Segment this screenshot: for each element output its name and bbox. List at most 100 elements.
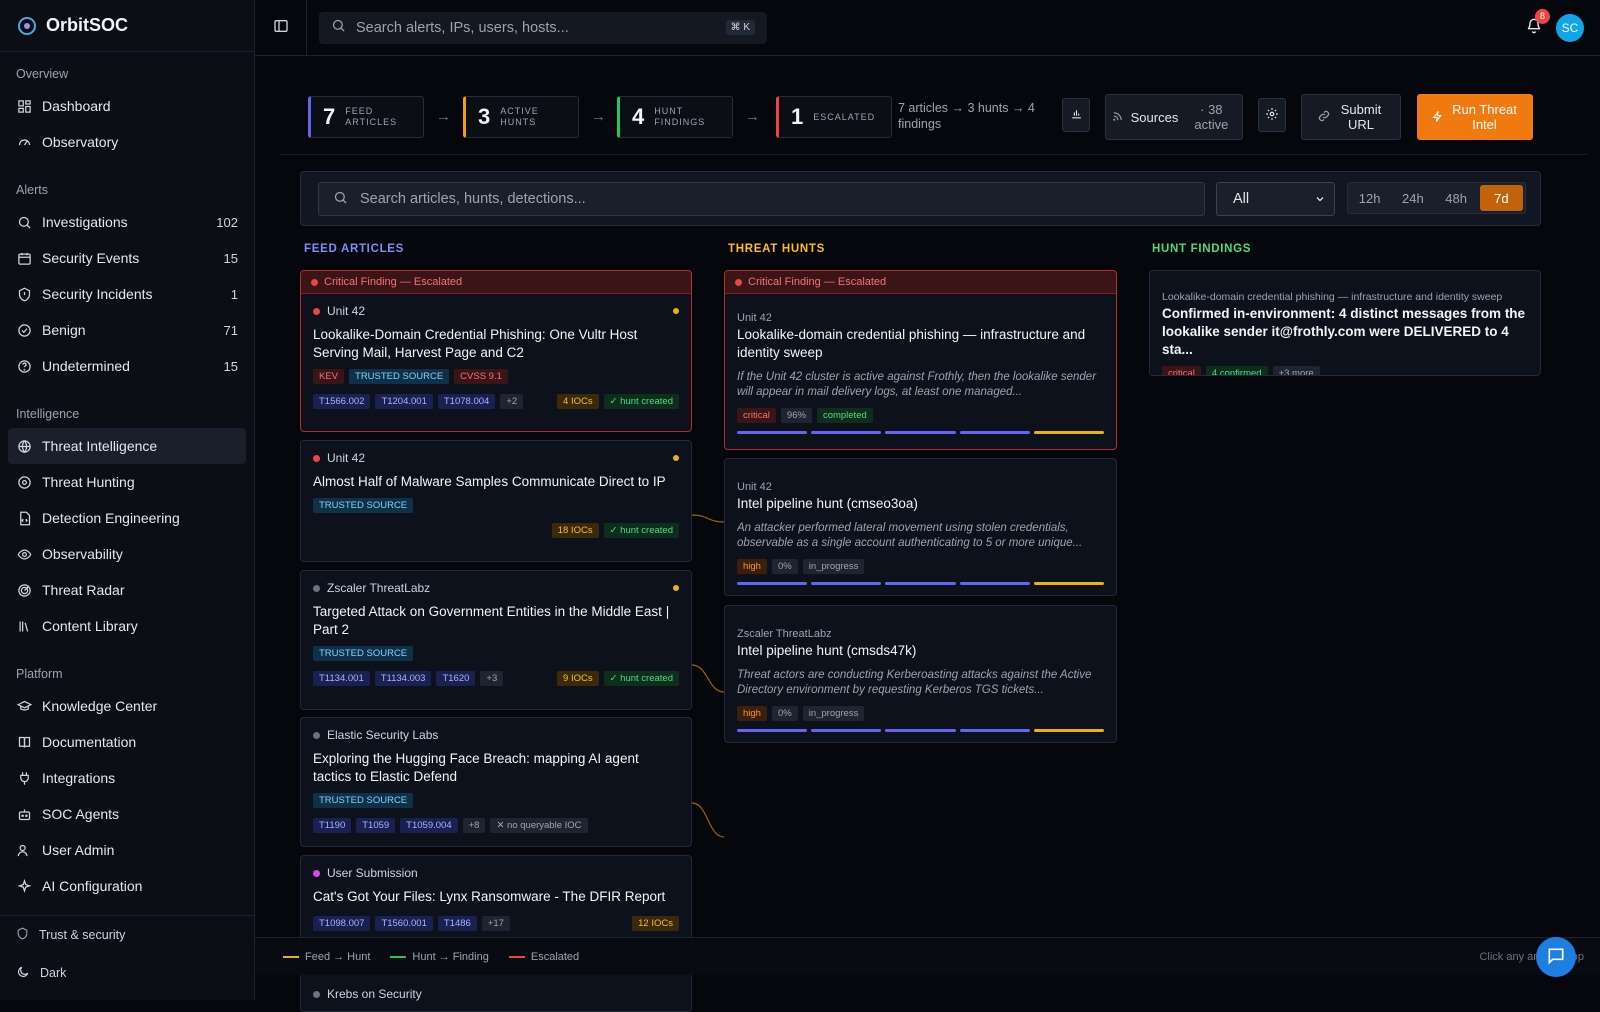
sidebar-item-threat-hunting[interactable]: Threat Hunting (8, 464, 246, 500)
sidebar-item-user-admin[interactable]: User Admin (8, 832, 246, 868)
submit-url-button[interactable]: Submit URL (1301, 94, 1401, 140)
technique-tag[interactable]: T1098.007 (313, 916, 371, 931)
user-avatar[interactable]: SC (1556, 14, 1584, 42)
time-range-48h[interactable]: 48h (1435, 183, 1478, 213)
sidebar-item-security-events[interactable]: Security Events 15 (8, 240, 246, 276)
notifications-button[interactable]: 8 (1526, 9, 1550, 37)
feed-article-card[interactable]: Unit 42 Almost Half of Malware Samples Co… (300, 440, 692, 562)
escalated-label: Critical Finding — Escalated (324, 276, 463, 288)
global-search-input[interactable]: Search alerts, IPs, users, hosts... ⌘ K (319, 11, 767, 44)
arrow-right-icon: → (436, 108, 451, 125)
sidebar-item-threat-radar[interactable]: Threat Radar (8, 572, 246, 608)
sidebar-item-soc-agents[interactable]: SOC Agents (8, 796, 246, 832)
sidebar-item-undetermined[interactable]: Undetermined 15 (8, 348, 246, 384)
more-badge[interactable]: +3 more (1272, 366, 1320, 375)
feed-article-card[interactable]: Zscaler ThreatLabz Targeted Attack on Gov… (300, 570, 692, 710)
technique-tag[interactable]: T1620 (436, 671, 476, 686)
sidebar-item-label: Integrations (42, 770, 116, 786)
category-select[interactable]: All (1216, 182, 1335, 216)
status-badge: in_progress (802, 706, 865, 721)
threat-hunt-card[interactable]: Zscaler ThreatLabz Intel pipeline hunt (c… (724, 605, 1117, 743)
link-icon (1318, 110, 1330, 125)
brand[interactable]: OrbitSOC (0, 0, 254, 52)
sidebar-item-investigations[interactable]: Investigations 102 (8, 204, 246, 240)
sidebar-item-threat-intelligence[interactable]: Threat Intelligence (8, 428, 246, 464)
source-name: User Submission (327, 866, 418, 880)
legend-label: Feed → Hunt (305, 950, 371, 963)
sidebar-item-label: AI Configuration (42, 878, 143, 894)
technique-tag[interactable]: T1566.002 (313, 394, 371, 409)
feed-article-card[interactable]: Elastic Security Labs Exploring the Huggi… (300, 717, 692, 847)
feed-article-card[interactable]: Critical Finding — Escalated Unit 42 Looka… (300, 270, 692, 432)
pipeline-summary: 7 articles → 3 hunts → 4 findings (898, 101, 1035, 131)
legend-label: Hunt → Finding (412, 950, 489, 963)
technique-tag[interactable]: +8 (462, 818, 486, 833)
article-title[interactable]: Lookalike-Domain Credential Phishing: On… (313, 326, 679, 362)
technique-tag[interactable]: +2 (500, 394, 524, 409)
pipeline-stage-hunt-findings[interactable]: 4 HUNT FINDINGS (617, 96, 733, 138)
time-range-24h[interactable]: 24h (1391, 183, 1434, 213)
theme-toggle[interactable]: Dark (0, 954, 254, 992)
help-circle-icon (16, 358, 32, 374)
alert-dot-icon (311, 278, 318, 286)
sidebar-item-observatory[interactable]: Observatory (8, 124, 246, 160)
technique-tag[interactable]: T1560.001 (375, 916, 433, 931)
time-range-7d[interactable]: 7d (1479, 185, 1523, 211)
sidebar-item-content-library[interactable]: Content Library (8, 608, 246, 644)
sidebar-item-count: 1 (230, 286, 238, 302)
time-range-12h[interactable]: 12h (1348, 183, 1391, 213)
pipeline-stage-feed-articles[interactable]: 7 FEED ARTICLES (308, 96, 424, 138)
technique-tag[interactable]: T1134.003 (374, 671, 432, 686)
sources-button[interactable]: Sources · 38 active (1105, 94, 1243, 140)
threat-hunt-card[interactable]: Critical Finding — Escalated Unit 42 Looka… (724, 270, 1117, 450)
technique-tag[interactable]: T1059 (356, 818, 396, 833)
technique-tag[interactable]: T1059.004 (400, 818, 458, 833)
article-title[interactable]: Almost Half of Malware Samples Communica… (313, 473, 679, 491)
sidebar-item-ai-configuration[interactable]: AI Configuration (8, 868, 246, 904)
sidebar-item-security-incidents[interactable]: Security Incidents 1 (8, 276, 246, 312)
settings-button[interactable] (1258, 98, 1286, 132)
article-title[interactable]: Cat's Got Your Files: Lynx Ransomware - … (313, 888, 679, 906)
technique-tag[interactable]: T1078.004 (437, 394, 496, 409)
hunt-title[interactable]: Intel pipeline hunt (cmsds47k) (737, 642, 1104, 660)
technique-tag[interactable]: T1190 (313, 818, 352, 833)
sidebar-item-dashboard[interactable]: Dashboard (8, 88, 246, 124)
chat-button[interactable] (1536, 937, 1576, 977)
sidebar-item-knowledge-center[interactable]: Knowledge Center (8, 688, 246, 724)
sidebar-item-integrations[interactable]: Integrations (8, 760, 246, 796)
plug-icon (16, 770, 32, 786)
sidebar-item-label: Detection Engineering (42, 510, 180, 526)
technique-tag[interactable]: T1486 (437, 916, 477, 931)
sidebar-item-detection-engineering[interactable]: Detection Engineering (8, 500, 246, 536)
technique-tag[interactable]: +17 (481, 916, 510, 931)
hunt-finding-card[interactable]: Lookalike-domain credential phishing — i… (1149, 270, 1541, 376)
sidebar-toggle-button[interactable] (255, 0, 307, 56)
sidebar-item-label: Undetermined (42, 358, 130, 374)
technique-tag[interactable]: T1134.001 (313, 671, 370, 686)
threat-hunt-card[interactable]: Unit 42 Intel pipeline hunt (cmseo3oa) An … (724, 458, 1117, 596)
sidebar-item-documentation[interactable]: Documentation (8, 724, 246, 760)
feed-article-card[interactable]: Krebs on Security (300, 972, 692, 1012)
technique-tag[interactable]: +3 (480, 671, 504, 686)
pipeline-stage-active-hunts[interactable]: 3 ACTIVE HUNTS (463, 96, 579, 138)
bar-chart-icon (1070, 107, 1083, 123)
content-search-input[interactable]: Search articles, hunts, detections... (318, 182, 1205, 216)
finding-title[interactable]: Confirmed in-environment: 4 distinct mes… (1162, 305, 1528, 359)
trust-security-link[interactable]: Trust & security (0, 916, 254, 954)
stage-count: 3 (478, 104, 491, 129)
hunt-title[interactable]: Intel pipeline hunt (cmseo3oa) (737, 495, 1104, 513)
search-icon (16, 214, 32, 230)
stats-button[interactable] (1062, 98, 1090, 132)
sidebar-item-benign[interactable]: Benign 71 (8, 312, 246, 348)
confirmed-badge: 4 confirmed (1205, 366, 1268, 375)
phase-segment (885, 729, 956, 732)
ioc-count-badge: 4 IOCs (557, 394, 599, 409)
hunt-hypothesis: An attacker performed lateral movement u… (737, 522, 1083, 549)
article-title[interactable]: Targeted Attack on Government Entities i… (313, 603, 679, 639)
technique-tag[interactable]: T1204.001 (375, 394, 433, 409)
article-title[interactable]: Exploring the Hugging Face Breach: mappi… (313, 750, 679, 786)
sidebar-item-observability[interactable]: Observability (8, 536, 246, 572)
run-threat-intel-button[interactable]: Run Threat Intel (1417, 94, 1533, 140)
hunt-title[interactable]: Lookalike-domain credential phishing — i… (737, 326, 1104, 362)
pipeline-stage-escalated[interactable]: 1 ESCALATED (776, 96, 892, 138)
